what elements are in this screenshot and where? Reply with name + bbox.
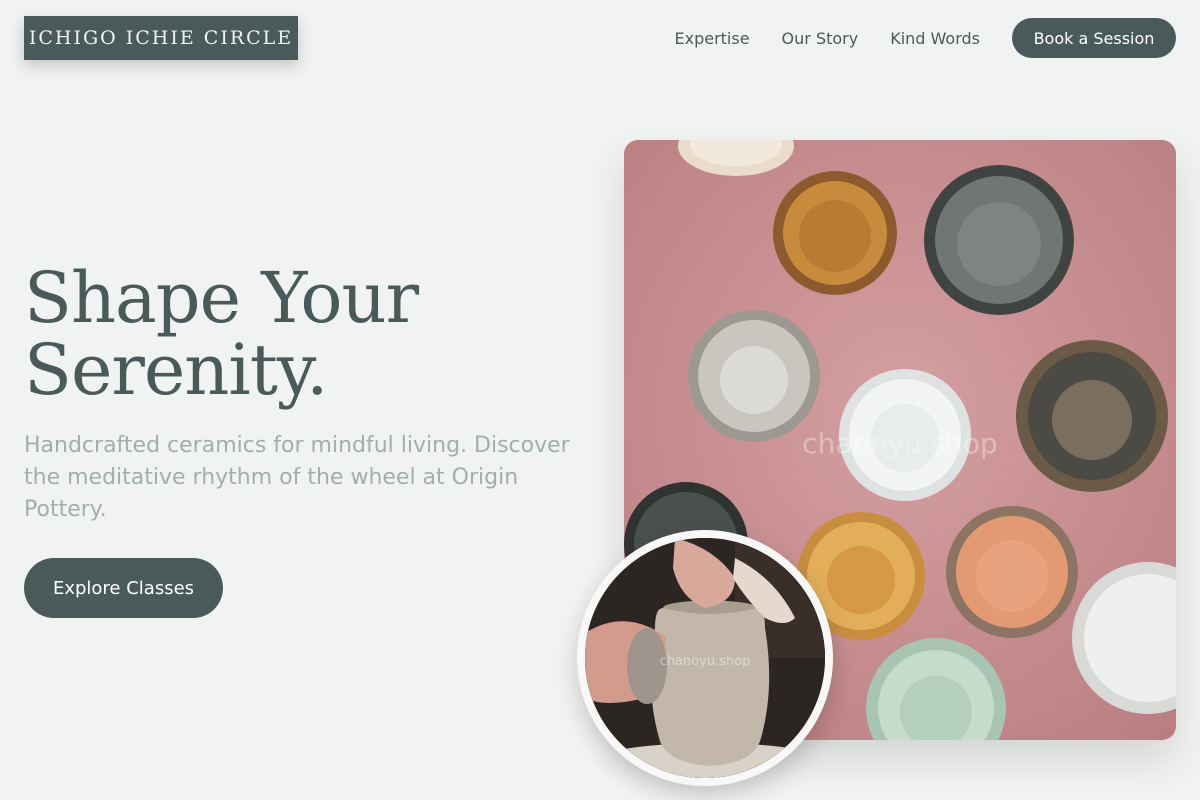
hero-title-line-1: Shape Your	[24, 257, 419, 339]
explore-classes-button[interactable]: Explore Classes	[24, 558, 223, 618]
brand-logo[interactable]: ICHIGO ICHIE CIRCLE	[24, 16, 298, 60]
main-nav: Expertise Our Story Kind Words Book a Se…	[674, 18, 1176, 58]
nav-link-expertise[interactable]: Expertise	[674, 29, 749, 48]
hero-title: Shape Your Serenity.	[24, 257, 419, 411]
hero-title-line-2: Serenity.	[24, 329, 328, 411]
image-watermark: chanoyu.shop	[802, 427, 998, 460]
nav-link-our-story[interactable]: Our Story	[782, 29, 859, 48]
book-session-button[interactable]: Book a Session	[1012, 18, 1176, 58]
potter-wheel-image: chanoyu.shop	[577, 530, 833, 786]
circle-image-watermark: chanoyu.shop	[659, 654, 751, 669]
nav-link-kind-words[interactable]: Kind Words	[890, 29, 980, 48]
hero-subtitle: Handcrafted ceramics for mindful living.…	[24, 433, 570, 522]
